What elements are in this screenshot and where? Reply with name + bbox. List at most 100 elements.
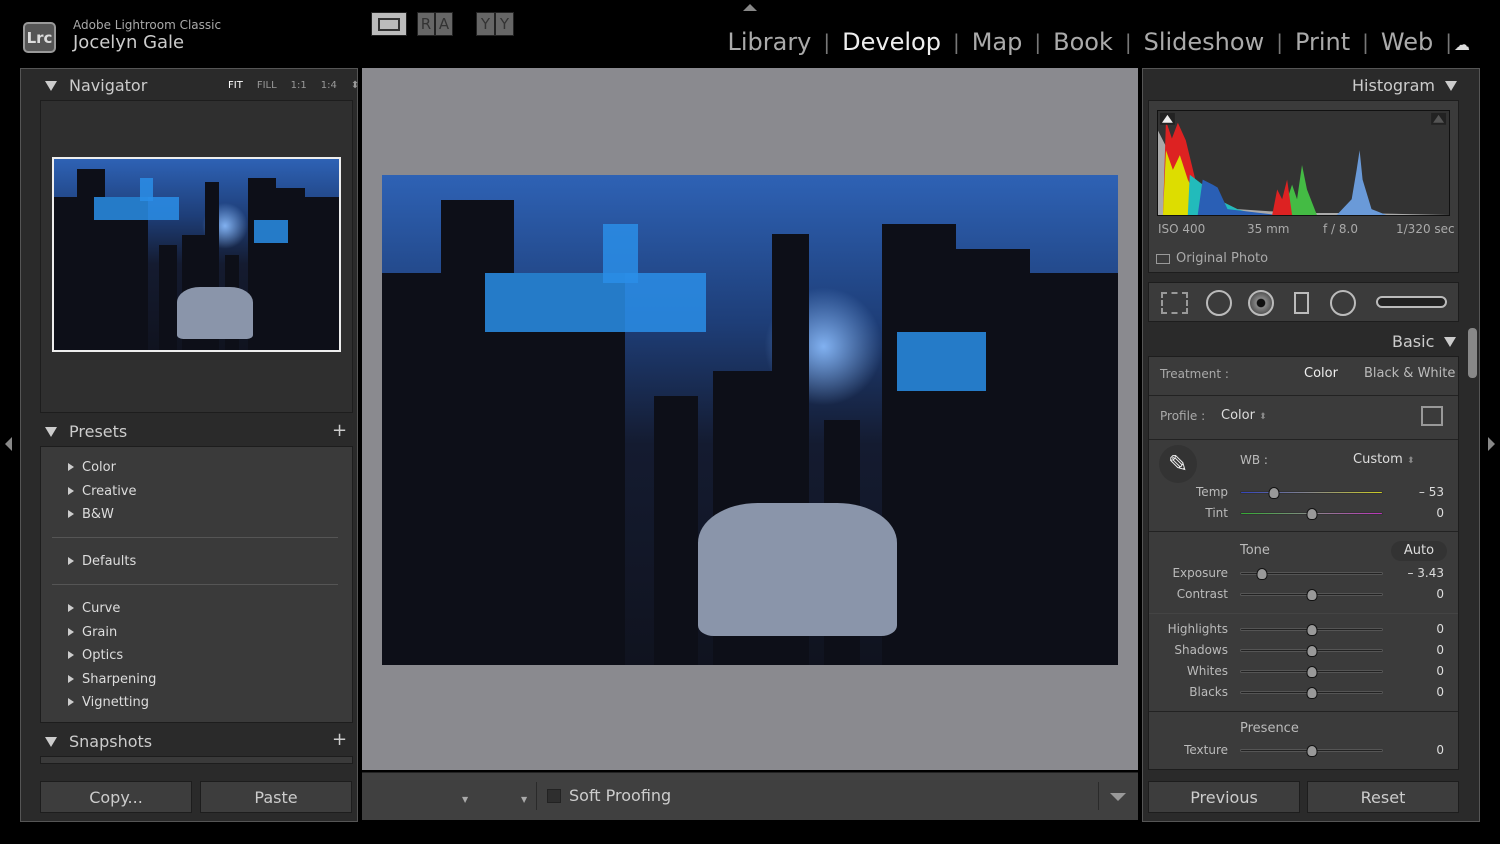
zoom-1-1[interactable]: 1:1 (291, 80, 307, 91)
slider-thumb-shadows[interactable] (1306, 645, 1317, 657)
slider-thumb-texture[interactable] (1306, 745, 1317, 757)
slider-thumb-whites[interactable] (1306, 666, 1317, 678)
collapse-left-panel-icon[interactable] (5, 437, 12, 451)
preset-folder[interactable]: B&W (68, 507, 114, 522)
presets-header[interactable]: Presets (45, 422, 127, 441)
before-after-left-button[interactable]: R (417, 12, 435, 36)
zoom-fill[interactable]: FILL (257, 80, 277, 91)
add-snapshot-icon[interactable]: + (332, 729, 347, 750)
preset-folder[interactable]: Optics (68, 648, 123, 663)
zoom-fit[interactable]: FIT (228, 80, 243, 91)
slider-value-shadows[interactable]: 0 (1394, 643, 1444, 657)
compare-left-button[interactable]: Y (476, 12, 495, 36)
zoom-1-4[interactable]: 1:4 (321, 80, 337, 91)
basic-header[interactable]: Basic (1392, 332, 1457, 351)
view-dropdown-icon[interactable]: ▼ (462, 795, 468, 804)
red-eye-icon[interactable] (1248, 290, 1274, 316)
slider-thumb-highlights[interactable] (1306, 624, 1317, 636)
photo-sign (93, 197, 180, 221)
copy-button[interactable]: Copy... (40, 781, 192, 813)
photo-building (654, 395, 699, 665)
profile-dropdown[interactable]: Color ⬍ (1221, 408, 1267, 423)
toolbar-options-icon[interactable] (1110, 793, 1126, 801)
slider-value-tint[interactable]: 0 (1394, 506, 1444, 520)
module-map[interactable]: Map (972, 28, 1023, 56)
expand-icon (68, 651, 74, 659)
graduated-filter-icon[interactable] (1294, 292, 1309, 314)
preset-folder[interactable]: Creative (68, 484, 137, 499)
soft-proofing-checkbox[interactable] (547, 789, 561, 803)
module-book[interactable]: Book (1053, 28, 1113, 56)
add-preset-icon[interactable]: + (332, 420, 347, 441)
expand-icon (68, 510, 74, 518)
collapse-right-panel-icon[interactable] (1488, 437, 1495, 451)
slider-thumb-tint[interactable] (1306, 508, 1317, 520)
preset-folder[interactable]: Curve (68, 601, 120, 616)
main-photo[interactable] (382, 175, 1118, 665)
preset-folder[interactable]: Defaults (68, 554, 136, 569)
cloud-sync-icon[interactable]: ☁ (1454, 35, 1480, 54)
slider-thumb-temp[interactable] (1268, 487, 1280, 499)
treatment-color-option[interactable]: Color (1304, 366, 1338, 381)
paste-button[interactable]: Paste (200, 781, 352, 813)
snapshots-header[interactable]: Snapshots (45, 732, 152, 751)
module-slideshow[interactable]: Slideshow (1144, 28, 1265, 56)
preset-folder-label: Grain (82, 625, 118, 640)
histogram-graph[interactable] (1157, 110, 1450, 216)
slider-value-highlights[interactable]: 0 (1394, 622, 1444, 636)
original-photo-checkbox[interactable] (1156, 254, 1170, 264)
preset-folder-label: Vignetting (82, 695, 150, 710)
preset-folder[interactable]: Grain (68, 625, 117, 640)
radial-filter-icon[interactable] (1330, 290, 1356, 316)
before-after-right-button[interactable]: A (435, 12, 453, 36)
profile-browser-icon[interactable] (1421, 406, 1443, 426)
module-print[interactable]: Print (1295, 28, 1350, 56)
adjustment-brush-icon[interactable] (1376, 296, 1447, 308)
previous-button[interactable]: Previous (1148, 781, 1300, 813)
slider-value-temp[interactable]: – 53 (1394, 485, 1444, 499)
collapse-top-panel-icon[interactable] (743, 4, 757, 11)
slider-value-contrast[interactable]: 0 (1394, 587, 1444, 601)
photo-building (440, 199, 515, 665)
navigator-header[interactable]: Navigator (45, 76, 147, 95)
slider-thumb-exposure[interactable] (1256, 568, 1268, 580)
photo-sign (139, 178, 154, 201)
right-panel-scrollbar[interactable] (1468, 328, 1477, 378)
slider-label-exposure: Exposure (1172, 566, 1228, 580)
snapshots-list (40, 756, 353, 764)
wb-eyedropper-icon[interactable]: ✎ (1159, 445, 1197, 483)
spot-removal-icon[interactable] (1206, 290, 1232, 316)
preset-folder[interactable]: Color (68, 460, 116, 475)
slider-value-texture[interactable]: 0 (1394, 743, 1444, 757)
crop-tool-icon[interactable] (1161, 292, 1188, 314)
reset-button[interactable]: Reset (1307, 781, 1459, 813)
module-separator: | (1276, 30, 1283, 54)
slider-track-temp[interactable] (1240, 491, 1383, 494)
photo-building (276, 187, 305, 350)
treatment-bw-option[interactable]: Black & White (1364, 366, 1455, 381)
slider-value-whites[interactable]: 0 (1394, 664, 1444, 678)
slider-value-blacks[interactable]: 0 (1394, 685, 1444, 699)
preset-folder[interactable]: Vignetting (68, 695, 149, 710)
module-separator: | (952, 30, 960, 54)
auto-tone-button[interactable]: Auto (1391, 541, 1447, 561)
slider-thumb-contrast[interactable] (1306, 589, 1317, 601)
exif-aperture: f / 8.0 (1323, 222, 1358, 236)
collapse-icon (45, 737, 57, 747)
expand-icon (68, 698, 74, 706)
wb-dropdown[interactable]: Custom ⬍ (1353, 452, 1415, 467)
compare-dropdown-icon[interactable]: ▼ (521, 795, 527, 804)
module-develop[interactable]: Develop (842, 28, 941, 56)
loupe-view-button[interactable] (371, 12, 407, 36)
slider-value-exposure[interactable]: – 3.43 (1394, 566, 1444, 580)
zoom-dropdown-icon[interactable]: ⬍ (351, 80, 359, 91)
compare-right-button[interactable]: Y (495, 12, 514, 36)
histogram-header[interactable]: Histogram (1352, 76, 1457, 95)
slider-thumb-blacks[interactable] (1306, 687, 1317, 699)
preset-folder[interactable]: Sharpening (68, 672, 156, 687)
module-library[interactable]: Library (727, 28, 811, 56)
navigator-thumbnail[interactable] (52, 157, 341, 352)
collapse-icon (45, 81, 57, 91)
module-web[interactable]: Web (1381, 28, 1433, 56)
module-separator: | (1124, 30, 1132, 54)
